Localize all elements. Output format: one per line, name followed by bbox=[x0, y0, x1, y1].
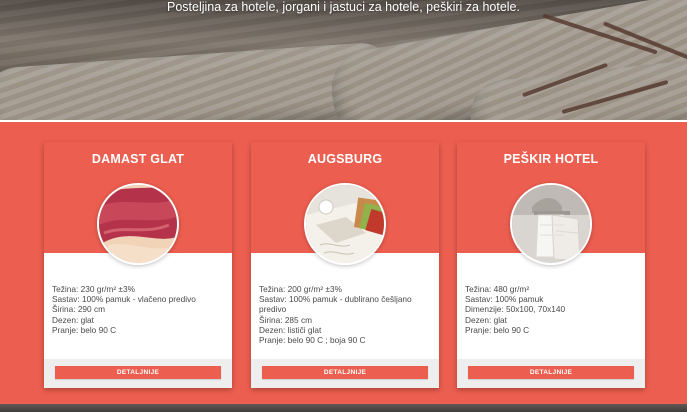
spec-width: Širina: 290 cm bbox=[52, 304, 106, 315]
product-specs: Težina: 230 gr/m² ±3% Sastav: 100% pamuk… bbox=[52, 284, 226, 335]
spec-composition: Sastav: 100% pamuk bbox=[465, 294, 544, 305]
details-button[interactable]: DETALJNIJE bbox=[55, 366, 221, 379]
product-title: PEŠKIR HOTEL bbox=[503, 152, 599, 166]
spec-washing: Pranje: belo 90 C bbox=[465, 324, 530, 335]
spec-dimensions: Dimenzije: 50x100, 70x140 bbox=[465, 304, 566, 315]
product-title: AUGSBURG bbox=[307, 152, 383, 166]
product-title: DAMAST GLAT bbox=[91, 152, 185, 166]
next-section-edge bbox=[0, 404, 687, 412]
spec-width: Širina: 285 cm bbox=[259, 314, 313, 325]
spec-pattern: Dezen: lističi glat bbox=[259, 324, 322, 335]
damask-fabric-image bbox=[97, 183, 179, 265]
spec-weight: Težina: 480 gr/m² bbox=[465, 284, 530, 294]
hero-overlay bbox=[0, 0, 687, 120]
details-button[interactable]: DETALJNIJE bbox=[468, 366, 634, 379]
hero-banner: Posteljina za hotele, jorgani i jastuci … bbox=[0, 0, 687, 120]
product-card-augsburg: AUGSBURG Težina: 200 gr/m² ±3% Sastav: 1… bbox=[251, 142, 439, 388]
spec-composition: Sastav: 100% pamuk - vlačeno predivo bbox=[52, 294, 196, 305]
product-card-peskir-hotel: PEŠKIR HOTEL Težina: 480 gr/m² Sastav: 1… bbox=[457, 142, 645, 388]
table-linen-image bbox=[304, 183, 386, 265]
spec-washing: Pranje: belo 90 C ; boja 90 C bbox=[259, 335, 366, 346]
spec-pattern: Dezen: glat bbox=[52, 314, 94, 325]
product-card-damast-glat: DAMAST GLAT Težina: 230 gr/m² ±3% Sastav… bbox=[44, 142, 232, 388]
hotel-towel-image bbox=[510, 183, 592, 265]
spec-weight: Težina: 230 gr/m² ±3% bbox=[52, 284, 135, 294]
hero-tagline: Posteljina za hotele, jorgani i jastuci … bbox=[167, 0, 520, 14]
product-specs: Težina: 200 gr/m² ±3% Sastav: 100% pamuk… bbox=[259, 284, 433, 345]
products-section: DAMAST GLAT Težina: 230 gr/m² ±3% Sastav… bbox=[0, 122, 687, 404]
details-button[interactable]: DETALJNIJE bbox=[262, 366, 428, 379]
spec-weight: Težina: 200 gr/m² ±3% bbox=[259, 284, 342, 294]
spec-pattern: Dezen: glat bbox=[465, 314, 507, 325]
spec-composition: Sastav: 100% pamuk - dublirano češljano … bbox=[259, 294, 412, 315]
product-specs: Težina: 480 gr/m² Sastav: 100% pamuk Dim… bbox=[465, 284, 639, 335]
spec-washing: Pranje: belo 90 C bbox=[52, 324, 117, 335]
